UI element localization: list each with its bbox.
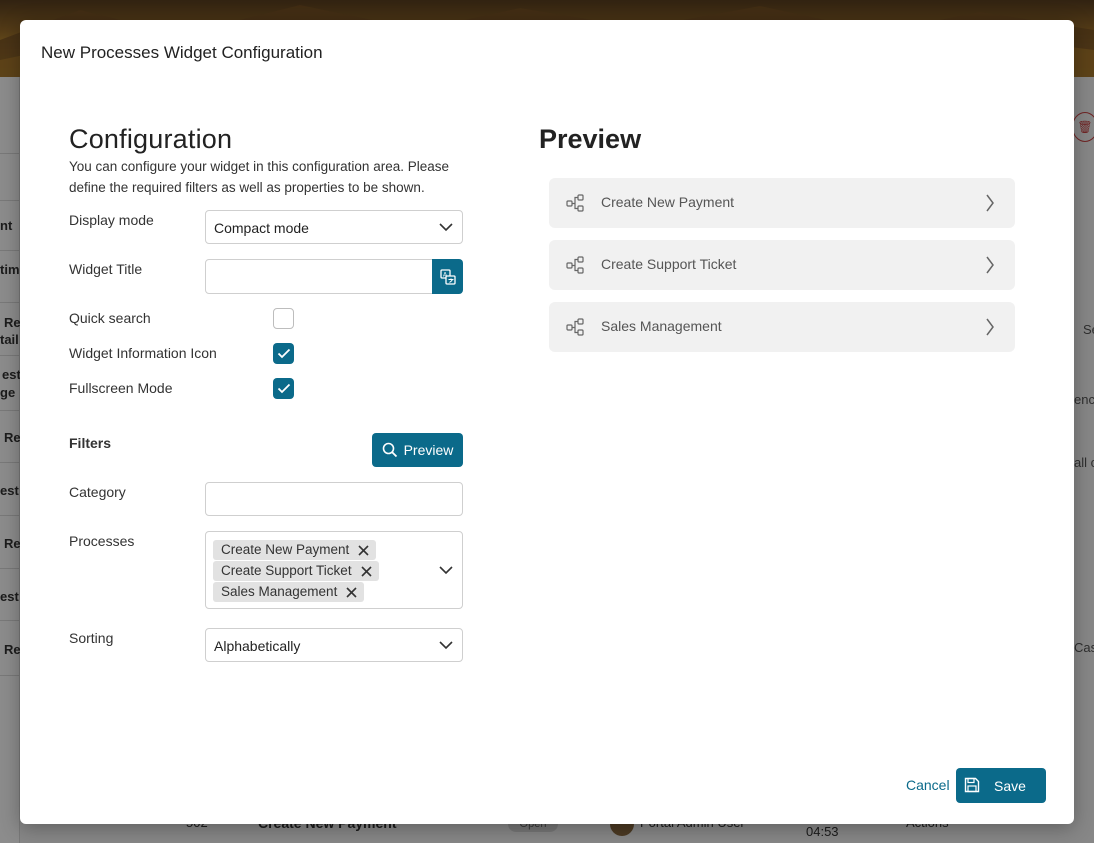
chevron-right-icon	[986, 194, 994, 212]
chevron-right-icon	[986, 318, 994, 336]
preview-process-label: Create Support Ticket	[601, 256, 737, 272]
configuration-description: You can configure your widget in this co…	[69, 159, 449, 195]
chevron-down-icon	[439, 223, 453, 232]
widget-configuration-dialog: New Processes Widget Configuration Confi…	[20, 20, 1074, 824]
process-chip-label: Create New Payment	[221, 542, 350, 557]
sorting-label: Sorting	[69, 630, 114, 646]
display-mode-value: Compact mode	[214, 220, 309, 236]
process-chip-label: Create Support Ticket	[221, 563, 352, 578]
filters-heading: Filters	[69, 435, 112, 451]
processes-label: Processes	[69, 533, 135, 549]
close-icon[interactable]	[357, 544, 370, 557]
process-chip: Sales Management	[213, 582, 365, 602]
save-button-label: Save	[994, 778, 1026, 794]
close-icon[interactable]	[345, 586, 358, 599]
sorting-select[interactable]: Alphabetically	[205, 628, 463, 662]
display-mode-select[interactable]: Compact mode	[205, 210, 463, 244]
chevron-down-icon	[439, 641, 453, 650]
dialog-title: New Processes Widget Configuration	[41, 43, 323, 62]
preview-process-item[interactable]: Create Support Ticket	[549, 240, 1015, 290]
fullscreen-mode-checkbox[interactable]	[273, 378, 294, 399]
preview-process-item[interactable]: Create New Payment	[549, 178, 1015, 228]
widget-title-input[interactable]	[205, 259, 433, 294]
preview-heading: Preview	[539, 124, 642, 154]
preview-process-label: Create New Payment	[601, 194, 735, 210]
process-icon	[566, 318, 584, 336]
floppy-disk-icon	[964, 777, 980, 793]
widget-title-label: Widget Title	[69, 261, 143, 277]
process-chip: Create New Payment	[213, 540, 377, 560]
widget-info-icon-checkbox[interactable]	[273, 343, 294, 364]
chevron-right-icon	[986, 256, 994, 274]
chevron-down-icon[interactable]	[439, 565, 453, 575]
save-button[interactable]: Save	[956, 768, 1046, 803]
widget-info-icon-label: Widget Information Icon	[69, 345, 217, 361]
check-icon	[277, 348, 290, 359]
search-icon	[382, 442, 397, 458]
quick-search-label: Quick search	[69, 310, 151, 326]
category-input[interactable]	[205, 482, 463, 516]
cancel-button[interactable]: Cancel	[906, 777, 950, 793]
process-chip: Create Support Ticket	[213, 561, 379, 581]
category-label: Category	[69, 484, 126, 500]
processes-multiselect[interactable]: Create New Payment Create Support Ticket…	[205, 531, 463, 609]
process-icon	[566, 256, 584, 274]
preview-button-label: Preview	[403, 442, 454, 458]
process-chip-label: Sales Management	[221, 584, 338, 599]
check-icon	[277, 383, 290, 394]
display-mode-label: Display mode	[69, 212, 154, 228]
translate-icon: A	[439, 268, 456, 285]
sorting-value: Alphabetically	[214, 638, 301, 654]
fullscreen-mode-label: Fullscreen Mode	[69, 380, 173, 396]
preview-button[interactable]: Preview	[372, 433, 463, 467]
close-icon[interactable]	[360, 565, 373, 578]
process-icon	[566, 194, 584, 212]
translate-button[interactable]: A	[432, 259, 463, 294]
quick-search-checkbox[interactable]	[273, 308, 294, 329]
preview-process-item[interactable]: Sales Management	[549, 302, 1015, 352]
configuration-heading: Configuration	[69, 124, 233, 154]
preview-process-label: Sales Management	[601, 318, 722, 334]
